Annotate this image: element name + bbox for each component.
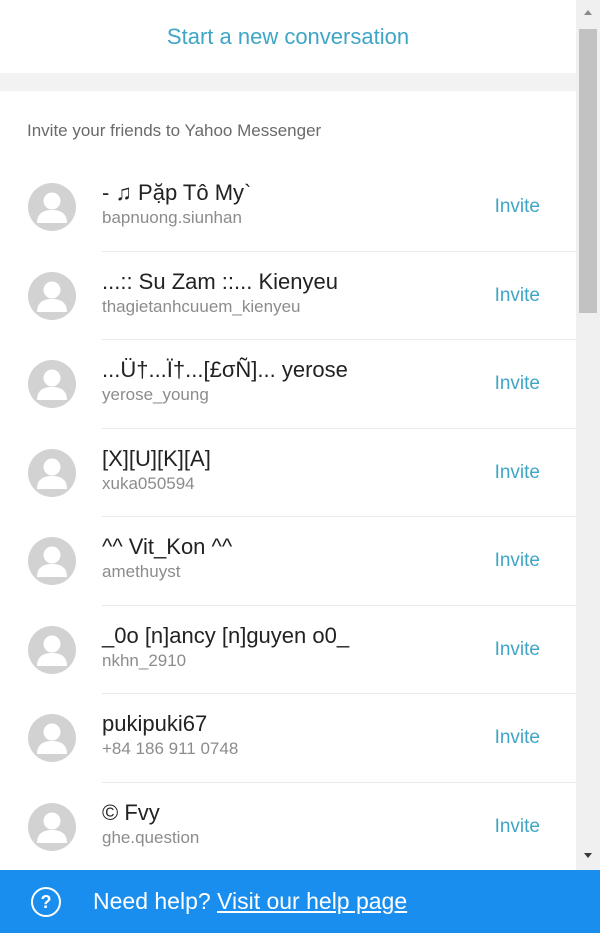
- avatar-placeholder-icon: [28, 448, 76, 497]
- contact-id: yerose_young: [102, 385, 209, 404]
- invite-button[interactable]: Invite: [495, 816, 540, 838]
- contact-id: +84 186 911 0748: [102, 739, 239, 758]
- scroll-down-arrow-icon[interactable]: [584, 853, 592, 858]
- contact-name: [X][U][K][A]: [102, 445, 211, 471]
- contact-info: _0o [n]ancy [n]guyen o0_ nkhn_2910: [102, 622, 349, 672]
- contact-row: _0o [n]ancy [n]guyen o0_ nkhn_2910 Invite: [0, 606, 576, 694]
- contact-id: xuka050594: [102, 473, 195, 493]
- contact-info: pukipuki67 +84 186 911 0748: [102, 710, 238, 760]
- contact-info: [X][U][K][A] xuka050594: [102, 445, 211, 495]
- contact-row: pukipuki67 +84 186 911 0748 Invite: [0, 694, 576, 783]
- invite-button[interactable]: Invite: [495, 196, 540, 218]
- contact-row: - ♫ Pặp Tô My` bapnuong.siunhan Invite: [0, 163, 576, 252]
- scrollbar-thumb[interactable]: [579, 29, 597, 313]
- contact-name: pukipuki67: [102, 711, 208, 736]
- contact-name: ...Ü†...Ï†...[£σÑ]... yerose: [102, 357, 348, 382]
- contact-id: nkhn_2910: [102, 650, 187, 670]
- invite-button[interactable]: Invite: [495, 462, 540, 484]
- contact-id: bapnuong.siunhan: [102, 208, 242, 227]
- avatar-placeholder-icon: [28, 271, 76, 320]
- help-page-link[interactable]: Visit our help page: [217, 888, 407, 914]
- contact-row: ^^ Vit_Kon ^^ amethuyst Invite: [0, 517, 576, 606]
- contact-info: - ♫ Pặp Tô My` bapnuong.siunhan: [102, 179, 251, 229]
- contact-name: _0o [n]ancy [n]guyen o0_: [102, 622, 350, 648]
- invite-friends-panel: Invite your friends to Yahoo Messenger -…: [0, 91, 576, 871]
- contact-id: thagietanhcuuem_kienyeu: [102, 296, 301, 316]
- invite-section-title: Invite your friends to Yahoo Messenger: [27, 121, 322, 140]
- contact-id: amethuyst: [102, 562, 181, 581]
- avatar-placeholder-icon: [28, 360, 76, 409]
- contact-row: ...:: Su Zam ::... Kienyeu thagietanhcuue…: [0, 252, 576, 340]
- invite-button[interactable]: Invite: [495, 639, 540, 661]
- avatar-placeholder-icon: [28, 802, 76, 851]
- contact-info: ...:: Su Zam ::... Kienyeu thagietanhcuue…: [102, 268, 338, 318]
- invite-button[interactable]: Invite: [495, 727, 540, 749]
- contact-row: [X][U][K][A] xuka050594 Invite: [0, 429, 576, 517]
- invite-button[interactable]: Invite: [495, 550, 540, 572]
- contact-row: ...Ü†...Ï†...[£σÑ]... yerose yerose_young…: [0, 340, 576, 429]
- avatar-placeholder-icon: [28, 714, 76, 763]
- avatar-placeholder-icon: [28, 537, 76, 586]
- contact-id: ghe.question: [102, 827, 200, 847]
- scroll-up-arrow-icon[interactable]: [584, 10, 592, 15]
- contact-name: - ♫ Pặp Tô My`: [102, 180, 252, 205]
- help-bar: ? Need help? Visit our help page: [0, 870, 600, 933]
- contact-info: © Fvy ghe.question: [102, 799, 199, 849]
- start-new-conversation-link[interactable]: Start a new conversation: [167, 24, 409, 50]
- contact-name: ^^ Vit_Kon ^^: [102, 534, 233, 559]
- invite-button[interactable]: Invite: [495, 373, 540, 395]
- new-conversation-card: Start a new conversation: [0, 0, 576, 73]
- avatar-placeholder-icon: [28, 625, 76, 674]
- contact-name: ...:: Su Zam ::... Kienyeu: [102, 268, 338, 294]
- help-text: Need help? Visit our help page: [93, 888, 407, 915]
- scrollbar[interactable]: [576, 0, 600, 870]
- contact-info: ...Ü†...Ï†...[£σÑ]... yerose yerose_young: [102, 356, 348, 406]
- help-prefix: Need help?: [93, 888, 218, 914]
- contact-name: © Fvy: [102, 799, 160, 825]
- contact-info: ^^ Vit_Kon ^^ amethuyst: [102, 533, 232, 583]
- contact-row: © Fvy ghe.question Invite: [0, 783, 576, 871]
- invite-button[interactable]: Invite: [495, 285, 540, 307]
- contact-list: - ♫ Pặp Tô My` bapnuong.siunhan Invite...:…: [0, 163, 576, 871]
- question-circle-icon: ?: [31, 887, 61, 917]
- avatar-placeholder-icon: [28, 183, 76, 232]
